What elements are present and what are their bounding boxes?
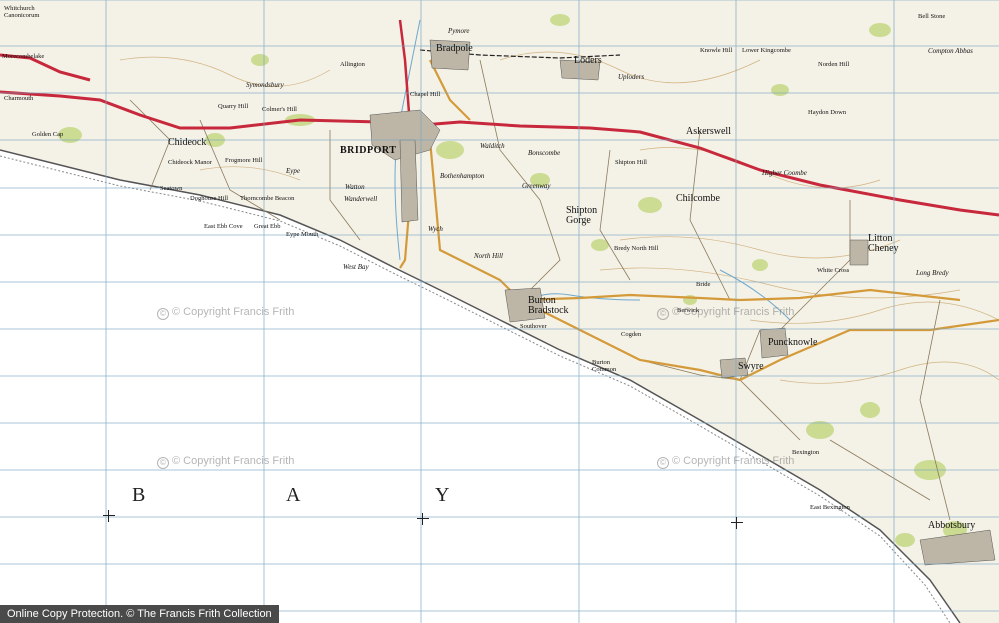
- watermark: © © Copyright Francis Frith: [157, 455, 294, 469]
- place-label-burton-bradstock[interactable]: Burton Bradstock: [528, 296, 588, 316]
- place-label-puncknowle[interactable]: Puncknowle: [768, 338, 817, 348]
- place-label[interactable]: Norden Hill: [818, 61, 849, 69]
- place-label[interactable]: Lower Kingcombe: [742, 47, 791, 55]
- place-label-chideock[interactable]: Chideock: [168, 138, 206, 148]
- place-label[interactable]: Doghouse Hill: [190, 195, 228, 203]
- bay-letter-a: A: [286, 484, 302, 506]
- bay-letter-y: Y: [435, 484, 451, 506]
- place-label[interactable]: Bexington: [792, 449, 819, 457]
- place-label[interactable]: North Hill: [474, 253, 503, 260]
- place-label[interactable]: Golden Cap: [32, 131, 63, 139]
- place-label[interactable]: Wych: [428, 226, 443, 233]
- place-label[interactable]: Chapel Hill: [410, 91, 440, 99]
- grid-crosshair-icon: [103, 510, 115, 522]
- place-label[interactable]: Frogmore Hill: [225, 157, 262, 165]
- place-label[interactable]: Haydon Down: [808, 109, 846, 117]
- place-label[interactable]: Eype Mouth: [286, 231, 318, 239]
- place-label[interactable]: Long Bredy: [916, 270, 949, 277]
- place-label[interactable]: Compton Abbas: [928, 48, 973, 55]
- place-label[interactable]: Whitchurch Canonicorum: [4, 5, 59, 19]
- grid-crosshair-icon: [731, 517, 743, 529]
- map-view[interactable]: B A Y © © Copyright Francis Frith © © Copy…: [0, 0, 999, 623]
- place-label[interactable]: Bredy North Hill: [614, 245, 658, 253]
- copy-protection-footer: Online Copy Protection. © The Francis Fr…: [0, 605, 279, 623]
- place-label[interactable]: Seatown: [160, 185, 182, 193]
- place-label[interactable]: Allington: [340, 61, 365, 69]
- watermark: © © Copyright Francis Frith: [157, 306, 294, 320]
- place-label[interactable]: Cogden: [621, 331, 641, 339]
- place-label-west-bay[interactable]: West Bay: [343, 264, 369, 271]
- grid-crosshair-icon: [417, 513, 429, 525]
- watermark-text: © Copyright Francis Frith: [172, 306, 295, 318]
- place-label[interactable]: Higher Coombe: [762, 170, 807, 177]
- place-label[interactable]: Bell Stone: [918, 13, 945, 21]
- place-label[interactable]: Shipton Hill: [615, 159, 647, 167]
- place-label-loders[interactable]: Loders: [574, 56, 602, 66]
- map-canvas[interactable]: [0, 0, 999, 623]
- place-label[interactable]: Knowle Hill: [700, 47, 732, 55]
- place-label[interactable]: Pymore: [448, 28, 470, 35]
- place-label[interactable]: Morecombelake: [2, 53, 44, 61]
- place-label[interactable]: White Cross: [817, 267, 849, 275]
- place-label-swyre[interactable]: Swyre: [738, 362, 764, 372]
- place-label[interactable]: Great Ebb: [254, 223, 281, 231]
- place-label[interactable]: East Bexington: [810, 504, 850, 512]
- place-label-abbotsbury[interactable]: Abbotsbury: [928, 521, 975, 531]
- place-label[interactable]: Eype: [286, 168, 300, 175]
- place-label[interactable]: Berwick: [677, 307, 699, 315]
- place-label[interactable]: Greenway: [522, 183, 551, 190]
- place-label[interactable]: Bride: [696, 281, 710, 289]
- copyright-icon: ©: [657, 308, 669, 320]
- place-label-walditch[interactable]: Walditch: [480, 143, 505, 150]
- place-label[interactable]: Chideock Manor: [168, 159, 212, 167]
- place-label[interactable]: Southover: [520, 323, 547, 331]
- sea-area: [0, 150, 960, 623]
- watermark-text: © Copyright Francis Frith: [172, 455, 295, 467]
- watermark-text: © Copyright Francis Frith: [672, 455, 795, 467]
- copyright-icon: ©: [157, 457, 169, 469]
- place-label-litton-cheney[interactable]: Litton Cheney: [868, 234, 910, 254]
- place-label-bradpole[interactable]: Bradpole: [436, 44, 473, 54]
- watermark: © © Copyright Francis Frith: [657, 455, 794, 469]
- place-label[interactable]: Symondsbury: [246, 82, 284, 89]
- copyright-icon: ©: [657, 457, 669, 469]
- place-label-askerswell[interactable]: Askerswell: [686, 127, 731, 137]
- place-label[interactable]: Colmer's Hill: [262, 106, 297, 114]
- place-label[interactable]: Uploders: [618, 74, 644, 81]
- bay-letter-b: B: [132, 484, 147, 506]
- place-label[interactable]: Thorncombe Beacon: [240, 195, 294, 203]
- place-label[interactable]: Quarry Hill: [218, 103, 248, 111]
- place-label[interactable]: Wanderwell: [344, 196, 377, 203]
- place-label[interactable]: Bothenhampton: [440, 173, 484, 180]
- place-label[interactable]: Watton: [345, 184, 365, 191]
- copyright-icon: ©: [157, 308, 169, 320]
- place-label-bridport[interactable]: BRIDPORT: [340, 146, 396, 156]
- place-label[interactable]: East Ebb Cove: [204, 223, 243, 231]
- place-label-shipton-gorge[interactable]: Shipton Gorge: [566, 206, 611, 226]
- place-label[interactable]: Bonscombe: [528, 150, 560, 157]
- place-label-chilcombe[interactable]: Chilcombe: [676, 194, 720, 204]
- place-label[interactable]: Burton Common: [592, 359, 622, 373]
- place-label[interactable]: Charmouth: [4, 95, 33, 103]
